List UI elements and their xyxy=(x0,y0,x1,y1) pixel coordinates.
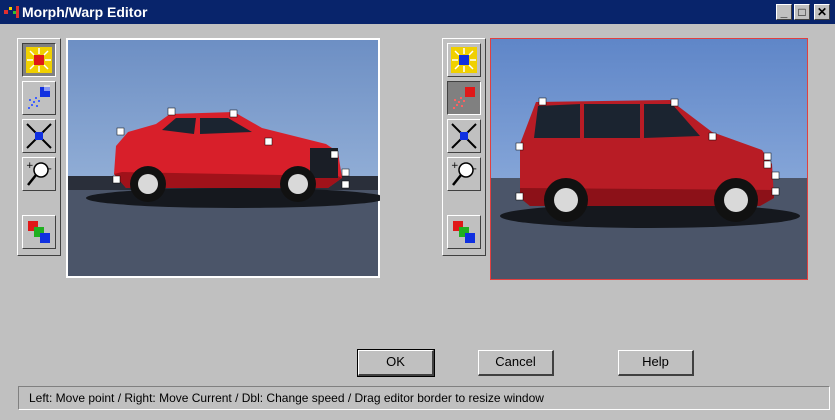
left-spread-points-tool[interactable] xyxy=(22,81,56,115)
close-icon: ✕ xyxy=(816,5,828,19)
right-delete-point-tool[interactable] xyxy=(447,119,481,153)
right-color-squares-tool[interactable] xyxy=(447,215,481,249)
left-delete-point-tool[interactable] xyxy=(22,119,56,153)
left-color-squares-tool[interactable] xyxy=(22,215,56,249)
left-toolbox: + − xyxy=(17,38,61,256)
close-button[interactable]: ✕ xyxy=(814,4,830,20)
move-point-icon xyxy=(26,47,52,73)
delete-point-icon xyxy=(451,123,477,149)
zoom-icon: + − xyxy=(451,161,477,186)
spread-points-icon xyxy=(28,85,50,109)
svg-text:+: + xyxy=(26,161,34,171)
move-point-icon xyxy=(451,47,477,73)
ok-button[interactable]: OK xyxy=(357,349,435,377)
right-move-point-tool[interactable] xyxy=(447,43,481,77)
spread-points-icon xyxy=(453,87,475,109)
source-car-image[interactable] xyxy=(66,38,380,278)
delete-point-icon xyxy=(26,123,52,149)
left-move-point-tool[interactable] xyxy=(22,43,56,77)
help-button[interactable]: Help xyxy=(618,350,694,376)
target-image-panel[interactable] xyxy=(490,38,808,280)
color-squares-icon xyxy=(453,221,475,243)
source-image-panel[interactable] xyxy=(66,38,380,278)
cancel-button[interactable]: Cancel xyxy=(478,350,554,376)
zoom-icon: + − xyxy=(26,161,52,186)
maximize-icon: □ xyxy=(798,5,806,19)
svg-text:+: + xyxy=(451,161,459,171)
right-toolbox: + − xyxy=(442,38,486,256)
status-bar: Left: Move point / Right: Move Current /… xyxy=(18,386,830,410)
color-squares-icon xyxy=(28,221,50,243)
right-spread-points-tool[interactable] xyxy=(447,81,481,115)
morph-warp-editor-window: Morph/Warp Editor _ □ ✕ + + OK Cancel He… xyxy=(0,0,835,420)
left-zoom-tool[interactable]: + − xyxy=(22,157,56,191)
app-icon xyxy=(4,6,19,18)
maximize-button[interactable]: □ xyxy=(794,4,810,20)
right-zoom-tool[interactable]: + − xyxy=(447,157,481,191)
minimize-button[interactable]: _ xyxy=(776,4,792,20)
window-title: Morph/Warp Editor xyxy=(22,4,148,20)
target-car-image[interactable] xyxy=(490,38,808,280)
title-bar[interactable]: Morph/Warp Editor _ □ ✕ xyxy=(0,0,835,24)
minimize-icon: _ xyxy=(780,5,788,19)
